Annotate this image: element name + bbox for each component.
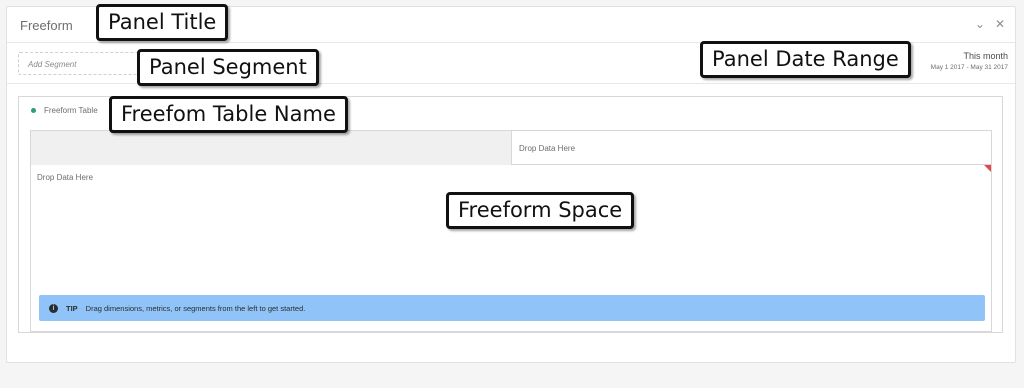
- callout-panel-date-range: Panel Date Range: [700, 41, 911, 78]
- callout-panel-segment: Panel Segment: [137, 49, 319, 86]
- panel-date-range[interactable]: This month May 1 2017 - May 31 2017: [931, 51, 1008, 71]
- tip-label: TIP: [66, 303, 78, 313]
- panel-controls: ⌄ ✕: [975, 17, 1005, 31]
- callout-freeform-space: Freeform Space: [446, 192, 635, 229]
- grid-header-corner: [31, 131, 512, 165]
- date-range-label: This month: [963, 51, 1008, 61]
- callout-freeform-table-name: Freefom Table Name: [109, 96, 348, 133]
- status-dot: [31, 108, 36, 113]
- add-segment-dropzone[interactable]: Add Segment: [18, 52, 138, 75]
- info-icon: i: [49, 303, 58, 313]
- row-drop-label: Drop Data Here: [37, 173, 94, 182]
- tip-text: Drag dimensions, metrics, or segments fr…: [85, 303, 306, 313]
- callout-panel-title: Panel Title: [96, 4, 229, 41]
- column-drop-zone[interactable]: Drop Data Here: [512, 131, 991, 165]
- freeform-table-header: Freeform Table: [31, 106, 98, 115]
- freeform-grid: Drop Data Here Drop Data Here i TIP Drag…: [30, 130, 992, 332]
- tip-banner: i TIP Drag dimensions, metrics, or segme…: [39, 295, 985, 321]
- freeform-table-name[interactable]: Freeform Table: [44, 106, 98, 115]
- grid-header: Drop Data Here: [31, 131, 991, 165]
- date-range-value: May 1 2017 - May 31 2017: [930, 64, 1008, 71]
- close-icon[interactable]: ✕: [995, 17, 1005, 31]
- chevron-down-icon[interactable]: ⌄: [975, 17, 985, 31]
- panel-title[interactable]: Freeform: [20, 18, 73, 33]
